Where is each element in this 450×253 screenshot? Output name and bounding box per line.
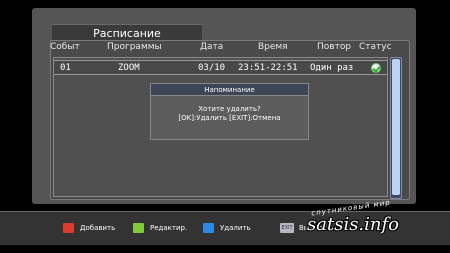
confirm-delete-dialog: Напоминание Хотите удалить? [OK]:Удалить… [150,83,309,140]
column-header-status: Статус [359,42,392,52]
add-button[interactable]: Добавить [80,223,115,233]
delete-button[interactable]: Удалить [220,223,251,233]
event-date: 03/10 [198,63,226,73]
column-header-repeat: Повтор [317,42,352,52]
column-header-program: Программы [107,42,162,52]
scrollbar[interactable] [390,57,402,199]
dialog-hint: [OK]:Удалить [EXIT]:Отмена [178,114,281,122]
event-time: 23:51-22:51 [238,63,298,73]
event-number: 01 [60,63,71,73]
program-name: ZOOM [118,63,140,73]
table-row[interactable]: 01 ZOOM 03/10 23:51-22:51 Один раз [54,60,387,75]
column-header-time: Время [258,42,288,52]
dialog-question: Хотите удалить? [198,105,261,113]
watermark: спутниковый мир satsis.info [303,198,429,244]
dialog-body: Хотите удалить? [OK]:Удалить [EXIT]:Отме… [151,96,308,123]
edit-button[interactable]: Редактир. [150,223,187,233]
column-header-event: Событ [50,42,80,52]
red-key-icon [63,223,74,233]
watermark-logo: satsis.info [307,214,400,235]
exit-key-icon: EXIT [280,223,294,233]
check-icon [371,63,381,73]
dialog-title: Напоминание [151,84,308,96]
event-repeat: Один раз [310,63,354,73]
column-header-date: Дата [200,42,224,52]
green-key-icon [133,223,144,233]
scrollbar-thumb[interactable] [392,59,400,195]
blue-key-icon [203,223,214,233]
